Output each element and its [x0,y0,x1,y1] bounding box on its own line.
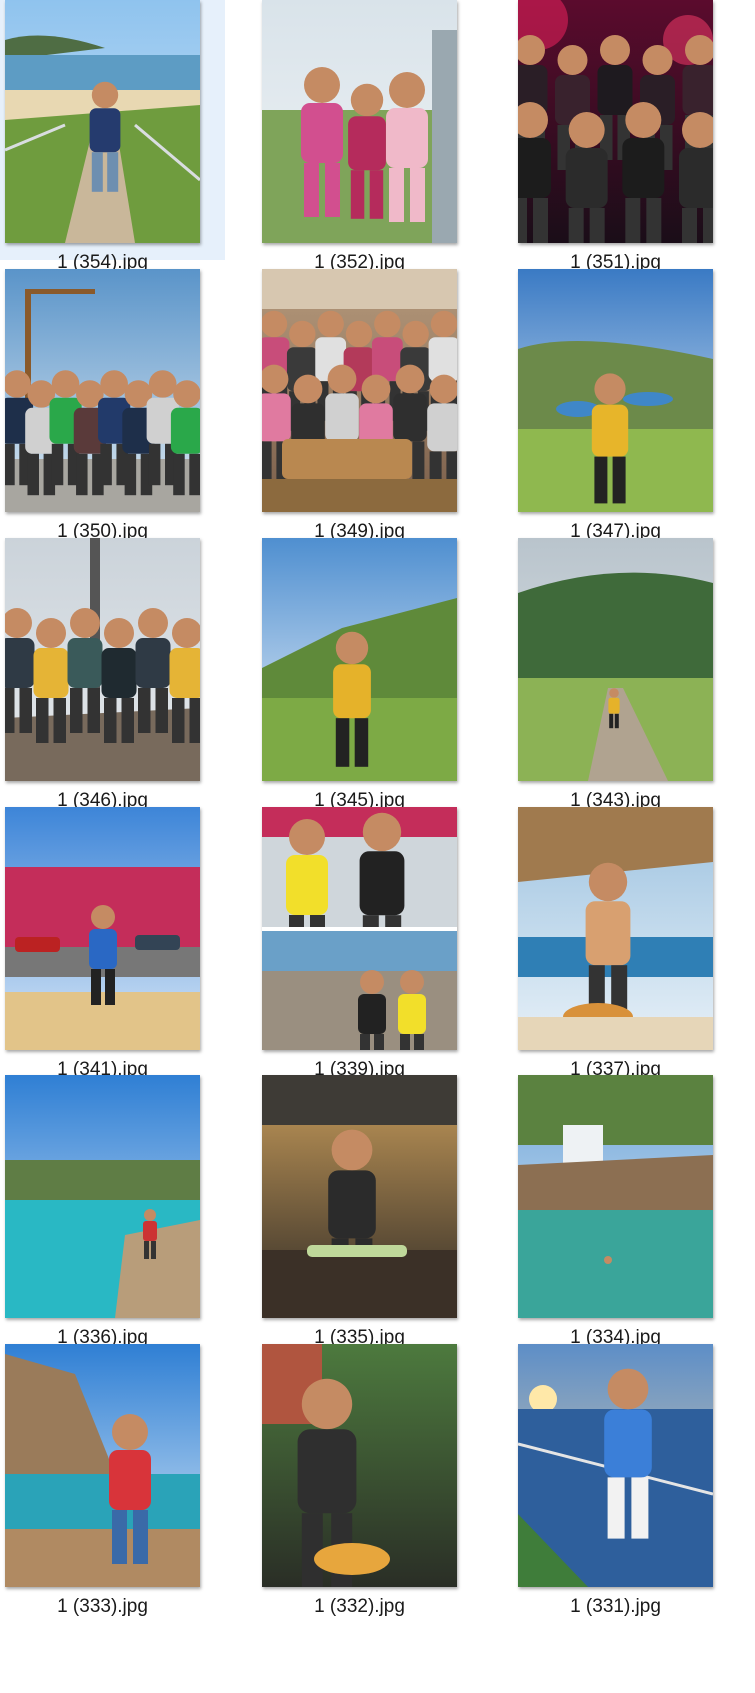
image-thumbnail[interactable] [262,269,457,512]
image-thumbnail[interactable] [262,0,457,243]
file-item[interactable]: 1 (341).jpg [0,807,225,1087]
image-thumbnail[interactable] [518,807,713,1050]
file-item[interactable]: 1 (354).jpg [0,0,225,273]
file-name-label[interactable]: 1 (331).jpg [518,1595,713,1619]
file-item[interactable]: 1 (347).jpg [513,269,753,549]
image-thumbnail[interactable] [262,1075,457,1318]
file-item[interactable]: 1 (339).jpg [257,807,497,1087]
file-item[interactable]: 1 (331).jpg [513,1344,753,1624]
file-item[interactable]: 1 (335).jpg [257,1075,497,1355]
file-item[interactable]: 1 (349).jpg [257,269,497,549]
image-thumbnail[interactable] [5,1075,200,1318]
file-item[interactable]: 1 (343).jpg [513,538,753,818]
image-thumbnail[interactable] [5,538,200,781]
image-thumbnail[interactable] [518,269,713,512]
file-item[interactable]: 1 (351).jpg [513,0,753,273]
image-thumbnail[interactable] [5,0,200,243]
image-thumbnail[interactable] [518,1344,713,1587]
file-item[interactable]: 1 (337).jpg [513,807,753,1087]
image-thumbnail[interactable] [518,1075,713,1318]
file-item[interactable]: 1 (350).jpg [0,269,225,549]
image-thumbnail[interactable] [262,538,457,781]
file-name-label[interactable]: 1 (332).jpg [262,1595,457,1619]
image-thumbnail[interactable] [262,807,457,1050]
image-thumbnail[interactable] [518,0,713,243]
file-name-label[interactable]: 1 (333).jpg [5,1595,200,1619]
file-grid: 1 (354).jpg 1 (352).jpg 1 (351).jpg 1 (3… [0,0,755,1693]
image-thumbnail[interactable] [262,1344,457,1587]
image-thumbnail[interactable] [5,269,200,512]
file-item[interactable]: 1 (332).jpg [257,1344,497,1624]
file-item[interactable]: 1 (346).jpg [0,538,225,818]
image-thumbnail[interactable] [5,1344,200,1587]
image-thumbnail[interactable] [5,807,200,1050]
file-item[interactable]: 1 (336).jpg [0,1075,225,1355]
file-item[interactable]: 1 (333).jpg [0,1344,225,1624]
image-thumbnail[interactable] [518,538,713,781]
file-item[interactable]: 1 (334).jpg [513,1075,753,1355]
file-item[interactable]: 1 (345).jpg [257,538,497,818]
file-item[interactable]: 1 (352).jpg [257,0,497,273]
